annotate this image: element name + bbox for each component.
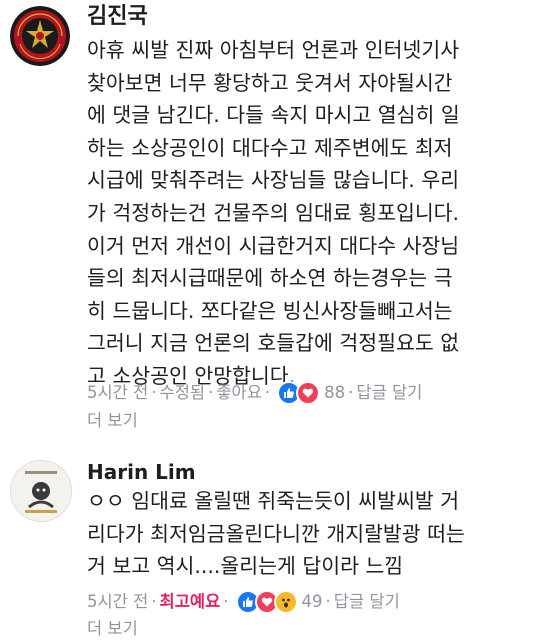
comment-line: 그러니 지금 언론의 호들갑에 걱정필요도 없 [87, 331, 460, 356]
separator-dot: · [151, 592, 157, 611]
reply-button[interactable]: 답글 달기 [334, 590, 400, 614]
comment-line: 에 댓글 남긴다. 다들 속지 마시고 열심히 일 [87, 103, 460, 128]
comment-meta: 5시간 전 · 수정됨 · 좋아요 · 88 · 답글 달기 [87, 381, 422, 405]
comment-line: 리다가 최저임금올린다니깐 개지랄발광 떠는 [87, 521, 465, 546]
separator-dot: · [208, 383, 214, 402]
comment-body: ㅇㅇ 임대료 올릴땐 쥐죽는듯이 씨발씨발 거 리다가 최저임금올린다니깐 개지… [87, 485, 532, 583]
comment-meta: 5시간 전 · 최고예요 · 49 · 답글 달기 [87, 590, 400, 614]
edited-label[interactable]: 수정됨 [160, 381, 206, 405]
reply-button[interactable]: 답글 달기 [356, 381, 422, 405]
comment-line: 시급에 맞춰주려는 사장님들 많습니다. 우리 [87, 168, 460, 193]
comment-line: 찾아보면 너무 황당하고 웃겨서 자야될시간 [87, 70, 453, 95]
more-button[interactable]: 더 보기 [87, 409, 138, 433]
comment-line: 하는 소상공인이 대다수고 제주변에도 최저 [87, 135, 453, 160]
wow-icon [273, 590, 298, 614]
separator-dot: · [151, 383, 157, 402]
reaction-count[interactable]: 49 [302, 590, 323, 614]
comment-line: 이거 먼저 개선이 시급한거지 대다수 사장님 [87, 233, 460, 258]
separator-dot: · [223, 592, 229, 611]
comment-line: 거 보고 역시....올리는게 답이라 느낌 [87, 554, 404, 579]
marine-corps-emblem-icon [10, 6, 70, 66]
comment-line: 가 걱정하는건 건물주의 임대료 횡포입니다. [87, 200, 460, 225]
avatar[interactable] [10, 6, 70, 66]
cartoon-avatar-icon [11, 461, 71, 521]
comment-line: 히 드뭅니다. 쪼다같은 빙신사장들빼고서는 [87, 298, 453, 323]
love-icon [296, 381, 321, 405]
separator-dot: · [325, 592, 331, 611]
reaction-icons[interactable] [277, 381, 321, 405]
comment-body: 아휴 씨발 진짜 아침부터 언론과 인터넷기사 찾아보면 너무 황당하고 웃겨서… [87, 34, 532, 393]
timestamp[interactable]: 5시간 전 [87, 590, 148, 614]
avatar[interactable] [10, 460, 72, 522]
love-reaction-button[interactable]: 최고예요 [160, 590, 221, 614]
reaction-icons[interactable] [235, 590, 298, 614]
timestamp[interactable]: 5시간 전 [87, 381, 148, 405]
comment-line: ㅇㅇ 임대료 올릴땐 쥐죽는듯이 씨발씨발 거 [87, 489, 460, 513]
comment-line: 들의 최저시급때문에 하소연 하는경우는 극 [87, 266, 453, 291]
reaction-count[interactable]: 88 [324, 381, 345, 405]
comment-author[interactable]: Harin Lim [87, 459, 196, 485]
more-button[interactable]: 더 보기 [87, 617, 138, 641]
comment-author[interactable]: 김진국 [87, 4, 148, 30]
separator-dot: · [348, 383, 354, 402]
comment-line: 아휴 씨발 진짜 아침부터 언론과 인터넷기사 [87, 38, 460, 62]
like-button[interactable]: 좋아요 [216, 381, 262, 405]
separator-dot: · [264, 383, 271, 402]
